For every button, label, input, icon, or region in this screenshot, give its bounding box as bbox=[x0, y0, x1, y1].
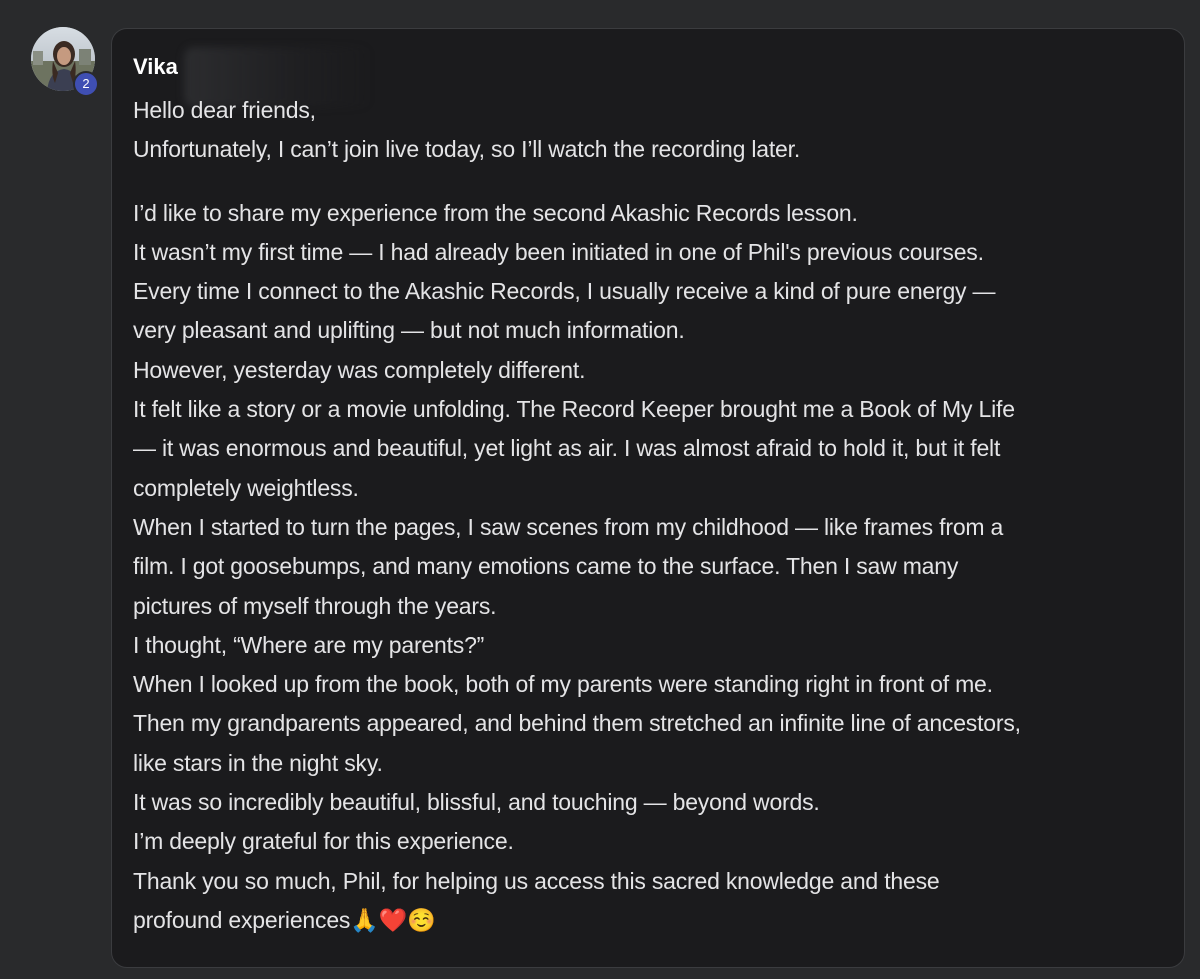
message-line: Thank you so much, Phil, for helping us … bbox=[133, 867, 940, 894]
message-line: It wasn’t my first time — I had already … bbox=[133, 238, 984, 265]
author-row: Vika bbox=[133, 47, 372, 107]
message-line: Every time I connect to the Akashic Reco… bbox=[133, 278, 996, 305]
message-line: pictures of myself through the years. bbox=[133, 592, 497, 619]
sender-avatar-group[interactable]: 2 bbox=[31, 27, 99, 97]
message-line: film. I got goosebumps, and many emotion… bbox=[133, 553, 959, 580]
message-line: like stars in the night sky. bbox=[133, 749, 383, 776]
message-line: very pleasant and uplifting — but not mu… bbox=[133, 317, 685, 344]
message-line: However, yesterday was completely differ… bbox=[133, 356, 586, 383]
message-line: When I started to turn the pages, I saw … bbox=[133, 513, 1004, 540]
author-name[interactable]: Vika bbox=[133, 53, 178, 81]
message-line: It felt like a story or a movie unfoldin… bbox=[133, 396, 1015, 423]
unread-count-badge: 2 bbox=[73, 71, 99, 97]
message-line: It was so incredibly beautiful, blissful… bbox=[133, 789, 820, 816]
message-body: Hello dear friends, Unfortunately, I can… bbox=[133, 91, 1173, 940]
message-line: Hello dear friends, bbox=[133, 97, 316, 123]
message-line: I’d like to share my experience from the… bbox=[133, 199, 858, 226]
message-card: Vika Hello dear friends, Unfortunately, … bbox=[111, 28, 1185, 968]
message-line: — it was enormous and beautiful, yet lig… bbox=[133, 435, 1001, 462]
message-line: Unfortunately, I can’t join live today, … bbox=[133, 136, 801, 163]
message-line: Then my grandparents appeared, and behin… bbox=[133, 710, 1021, 737]
message-line: profound experiences🙏❤️☺️ bbox=[133, 906, 436, 933]
message-line: I thought, “Where are my parents?” bbox=[133, 631, 485, 658]
message-line: completely weightless. bbox=[133, 474, 359, 501]
message-line: I’m deeply grateful for this experience. bbox=[133, 828, 514, 855]
message-line: When I looked up from the book, both of … bbox=[133, 671, 993, 698]
